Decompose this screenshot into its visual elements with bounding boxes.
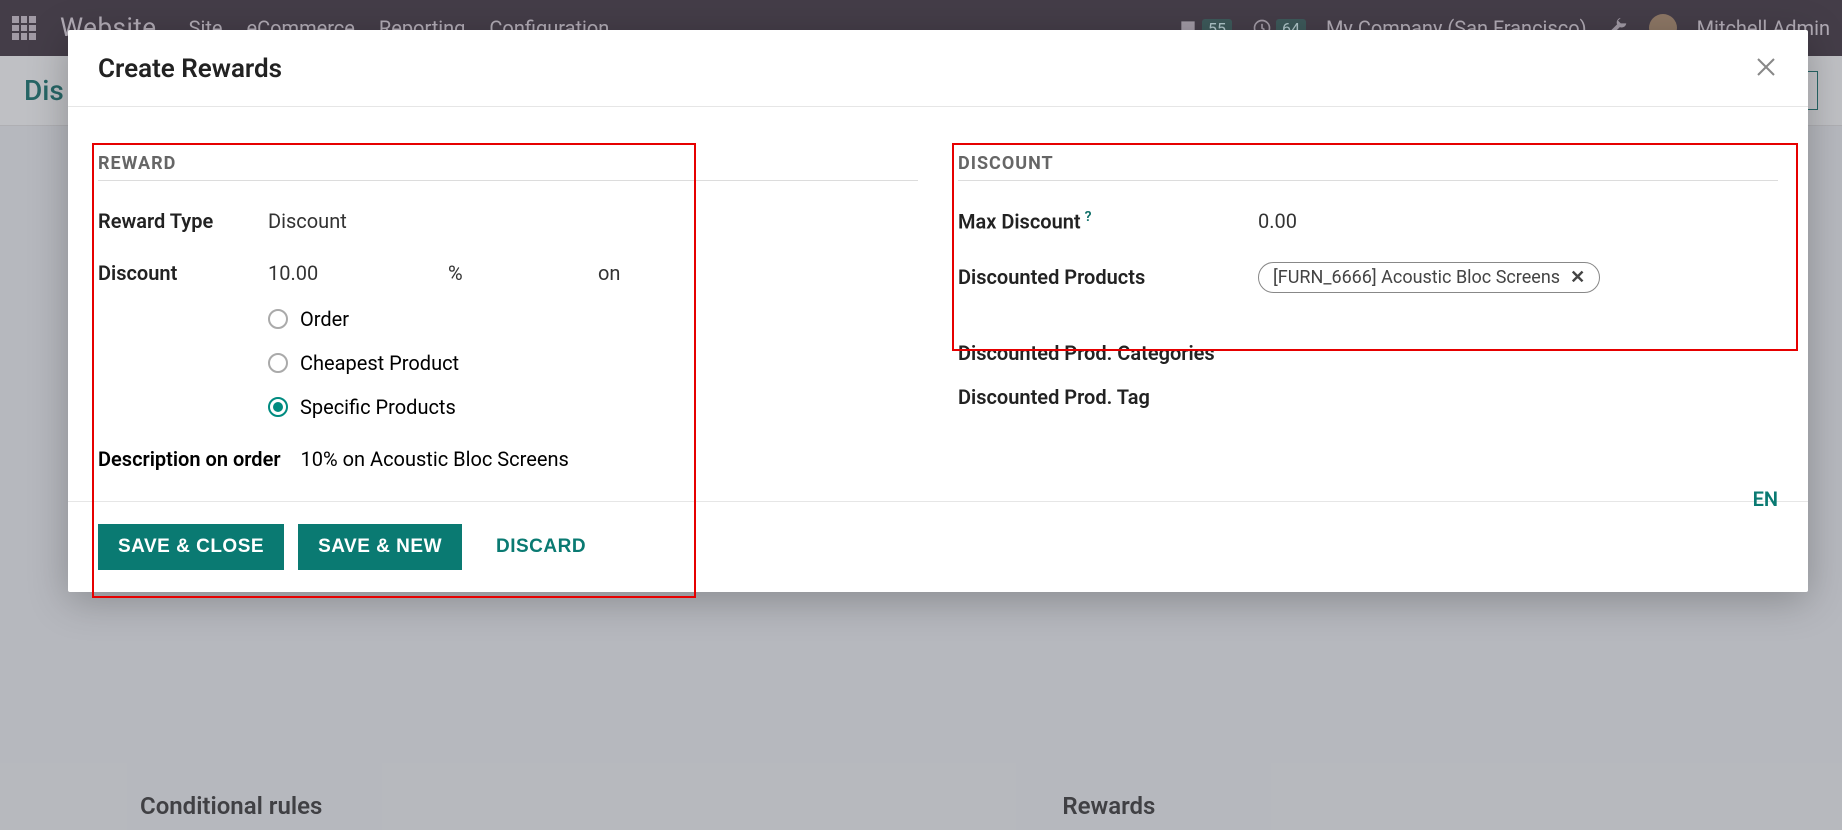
label-description-on-order: Description on order bbox=[98, 447, 281, 471]
radio-cheapest-product[interactable]: Cheapest Product bbox=[268, 351, 918, 375]
value-max-discount[interactable]: 0.00 bbox=[1258, 209, 1778, 233]
modal-footer: SAVE & CLOSE SAVE & NEW DISCARD bbox=[68, 501, 1808, 592]
field-discount-amount: Discount 10.00 % on bbox=[98, 261, 918, 285]
reward-column: REWARD Reward Type Discount Discount 10.… bbox=[98, 153, 918, 471]
label-discounted-products: Discounted Products bbox=[958, 265, 1258, 289]
label-max-discount: Max Discount? bbox=[958, 209, 1258, 234]
language-indicator[interactable]: EN bbox=[1753, 487, 1778, 511]
close-button[interactable] bbox=[1754, 55, 1778, 83]
value-discount-unit[interactable]: % bbox=[448, 261, 598, 285]
discount-column: DISCOUNT Max Discount? 0.00 Discounted P… bbox=[958, 153, 1778, 471]
remove-tag-icon[interactable]: ✕ bbox=[1570, 267, 1585, 288]
section-title-discount: DISCOUNT bbox=[958, 153, 1778, 181]
radio-label-specific: Specific Products bbox=[300, 395, 456, 419]
label-discounted-categories: Discounted Prod. Categories bbox=[958, 339, 1258, 367]
save-new-button[interactable]: SAVE & NEW bbox=[298, 524, 462, 570]
label-discounted-tag: Discounted Prod. Tag bbox=[958, 385, 1258, 409]
radio-circle-icon bbox=[268, 353, 288, 373]
radio-circle-icon bbox=[268, 309, 288, 329]
radio-label-cheapest: Cheapest Product bbox=[300, 351, 459, 375]
field-discounted-products: Discounted Products [FURN_6666] Acoustic… bbox=[958, 262, 1778, 293]
radio-order[interactable]: Order bbox=[268, 307, 918, 331]
section-title-reward: REWARD bbox=[98, 153, 918, 181]
field-max-discount: Max Discount? 0.00 bbox=[958, 209, 1778, 234]
radio-label-order: Order bbox=[300, 307, 349, 331]
field-reward-type: Reward Type Discount bbox=[98, 209, 918, 233]
label-discount: Discount bbox=[98, 261, 268, 285]
modal-header: Create Rewards bbox=[68, 30, 1808, 107]
discount-applicability-radios: Order Cheapest Product Specific Products bbox=[268, 307, 918, 419]
modal-body: REWARD Reward Type Discount Discount 10.… bbox=[68, 107, 1808, 501]
product-tag-chip[interactable]: [FURN_6666] Acoustic Bloc Screens ✕ bbox=[1258, 262, 1600, 293]
modal-title: Create Rewards bbox=[98, 54, 282, 84]
discard-button[interactable]: DISCARD bbox=[476, 524, 606, 570]
create-rewards-modal: Create Rewards REWARD Reward Type Discou… bbox=[68, 30, 1808, 592]
value-discount-amount[interactable]: 10.00 bbox=[268, 261, 448, 285]
label-discount-on: on bbox=[598, 261, 620, 285]
close-icon bbox=[1754, 55, 1778, 79]
value-description-on-order[interactable]: 10% on Acoustic Bloc Screens bbox=[301, 447, 569, 471]
field-discounted-categories: Discounted Prod. Categories bbox=[958, 339, 1778, 367]
help-icon[interactable]: ? bbox=[1085, 209, 1092, 225]
label-max-discount-text: Max Discount bbox=[958, 210, 1081, 234]
label-reward-type: Reward Type bbox=[98, 209, 268, 233]
save-close-button[interactable]: SAVE & CLOSE bbox=[98, 524, 284, 570]
field-discounted-tag: Discounted Prod. Tag bbox=[958, 385, 1778, 409]
product-tag-text: [FURN_6666] Acoustic Bloc Screens bbox=[1273, 267, 1560, 288]
field-description-on-order: Description on order 10% on Acoustic Blo… bbox=[98, 447, 918, 471]
radio-circle-icon bbox=[268, 397, 288, 417]
value-discounted-products[interactable]: [FURN_6666] Acoustic Bloc Screens ✕ bbox=[1258, 262, 1778, 293]
value-reward-type[interactable]: Discount bbox=[268, 209, 918, 233]
radio-specific-products[interactable]: Specific Products bbox=[268, 395, 918, 419]
